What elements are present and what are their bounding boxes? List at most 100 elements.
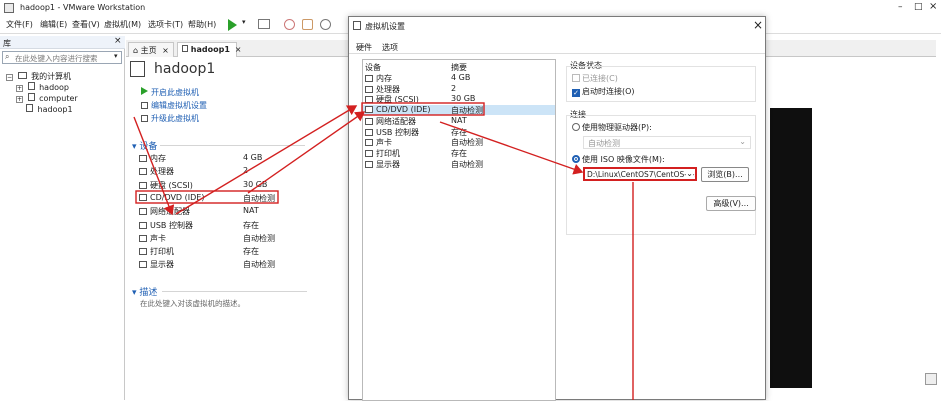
expand-icon[interactable]: + [16, 85, 23, 92]
tree-item-my-computer[interactable]: − 我的计算机 [6, 71, 71, 82]
tab-underline [349, 53, 765, 54]
chevron-down-icon: ⌄ [739, 137, 746, 146]
hardware-name: 声卡 [376, 138, 392, 148]
device-value: 自动检测 [243, 233, 275, 243]
chevron-down-icon[interactable]: ▾ [242, 18, 246, 26]
send-keys-icon[interactable] [258, 19, 270, 29]
device-icon [365, 106, 373, 114]
hardware-row[interactable]: CD/DVD (IDE) 自动检测 [363, 105, 555, 116]
checkbox-icon [572, 74, 580, 82]
app-icon [4, 3, 14, 13]
tab-options[interactable]: 选项 [382, 42, 398, 53]
revert-snapshot-icon[interactable] [302, 19, 313, 30]
chevron-down-icon: ⌄ [686, 169, 693, 178]
hardware-row[interactable]: 硬盘 (SCSI) 30 GB [363, 94, 555, 104]
device-name: 内存 [150, 154, 166, 163]
device-icon [139, 181, 147, 189]
hardware-row[interactable]: 处理器 2 [363, 84, 555, 94]
dialog-title-bar: 虚拟机设置 × [349, 17, 765, 35]
manage-snapshots-icon[interactable] [320, 19, 331, 30]
chevron-down-icon: ▾ [132, 288, 137, 298]
snapshot-icon[interactable] [284, 19, 295, 30]
hardware-value: 4 GB [451, 73, 471, 82]
advanced-button[interactable]: 高级(V)... [706, 196, 756, 211]
device-icon [139, 168, 147, 176]
hardware-value: NAT [451, 115, 467, 125]
minimize-button[interactable]: – [898, 2, 903, 12]
hardware-name: 网络适配器 [376, 116, 416, 126]
description-placeholder[interactable]: 在此处键入对该虚拟机的描述。 [140, 298, 245, 309]
close-icon[interactable]: × [235, 45, 242, 54]
column-header-summary: 摘要 [451, 63, 467, 72]
device-icon [365, 149, 373, 157]
hardware-row[interactable]: USB 控制器 存在 [363, 127, 555, 137]
menu-edit[interactable]: 编辑(E) [40, 19, 67, 30]
dialog-close-button[interactable]: × [753, 18, 763, 32]
close-button[interactable]: × [929, 1, 937, 12]
menu-help[interactable]: 帮助(H) [188, 19, 216, 30]
upgrade-link[interactable]: 升级此虚拟机 [141, 113, 199, 124]
iso-image-radio[interactable]: 使用 ISO 映像文件(M): [572, 154, 665, 165]
close-icon[interactable]: × [162, 46, 169, 55]
menu-tabs[interactable]: 选项卡(T) [148, 19, 183, 30]
play-icon[interactable] [228, 19, 237, 31]
description-section-title[interactable]: ▾ 描述 [132, 285, 157, 298]
hardware-row[interactable]: 内存 4 GB [363, 73, 555, 83]
vm-name: hadoop1 [154, 61, 216, 77]
library-search[interactable]: ⌕ 在此处键入内容进行搜索 ▾ [2, 51, 122, 64]
section-divider [160, 145, 305, 146]
iso-path-select[interactable]: D:\Linux\CentOS7\CentOS-7-x ⌄ [583, 167, 697, 181]
hardware-row[interactable]: 显示器 自动检测 [363, 159, 555, 169]
window-title: hadoop1 - VMware Workstation [20, 3, 146, 12]
console-preview[interactable] [770, 108, 812, 388]
play-icon [141, 87, 148, 95]
menu-vm[interactable]: 虚拟机(M) [104, 19, 141, 30]
tab-home[interactable]: ⌂ 主页 × [128, 42, 174, 57]
device-icon [365, 128, 373, 136]
tree-item-computer[interactable]: + computer [16, 93, 78, 103]
collapse-icon[interactable]: − [6, 74, 13, 81]
tree-item-hadoop[interactable]: + hadoop [16, 82, 69, 92]
dialog-title: 虚拟机设置 [365, 22, 405, 31]
title-bar: hadoop1 - VMware Workstation – □ × [0, 0, 941, 16]
tab-hadoop1[interactable]: hadoop1 × [177, 42, 241, 57]
tree-item-hadoop1[interactable]: hadoop1 [26, 104, 73, 114]
connect-at-power-on-checkbox[interactable]: ✓ 启动时连接(O) [572, 86, 635, 97]
maximize-button[interactable]: □ [914, 2, 923, 12]
hardware-row[interactable]: 声卡 自动检测 [363, 137, 555, 147]
hardware-value: 自动检测 [451, 106, 483, 116]
hardware-row[interactable]: 网络适配器 NAT [363, 116, 555, 126]
tree-label: computer [39, 94, 78, 103]
devices-section-title[interactable]: ▾ 设备 [132, 139, 157, 152]
device-name: CD/DVD (IDE) [150, 192, 205, 202]
chevron-down-icon[interactable]: ▾ [114, 52, 118, 60]
device-value: 存在 [243, 247, 259, 257]
hardware-value: 自动检测 [451, 138, 483, 148]
hardware-value: 存在 [451, 148, 467, 158]
physical-drive-radio[interactable]: 使用物理驱动器(P): [572, 122, 652, 133]
edit-settings-link[interactable]: 编辑虚拟机设置 [141, 100, 207, 111]
device-icon [365, 160, 373, 168]
device-value: 2 [243, 166, 249, 176]
device-row[interactable]: 处理器 [139, 166, 279, 177]
hardware-row[interactable]: 打印机 存在 [363, 148, 555, 158]
device-value: 存在 [243, 220, 259, 230]
home-icon: ⌂ [133, 46, 139, 55]
connected-checkbox[interactable]: 已连接(C) [572, 73, 618, 84]
hardware-value: 2 [451, 83, 457, 93]
tab-hardware[interactable]: 硬件 [356, 42, 372, 53]
menu-view[interactable]: 查看(V) [72, 19, 100, 30]
expand-icon[interactable]: + [16, 96, 23, 103]
menu-file[interactable]: 文件(F) [6, 19, 33, 30]
browse-button[interactable]: 浏览(B)... [701, 167, 749, 182]
search-input[interactable]: 在此处键入内容进行搜索 [15, 53, 98, 64]
library-close-button[interactable]: × [114, 36, 122, 46]
power-on-link[interactable]: 开启此虚拟机 [141, 87, 199, 98]
vm-icon [27, 93, 35, 101]
scroll-thumb-icon[interactable] [925, 373, 937, 385]
vm-icon [130, 61, 145, 77]
hardware-list: 设备 摘要 内存 4 GB 处理器 2 硬盘 (SCSI) 30 GB CD/DVD (ID… [362, 59, 556, 401]
physical-drive-select[interactable]: 自动检测 ⌄ [583, 136, 751, 149]
tree-label: 我的计算机 [31, 72, 72, 81]
device-value: 4 GB [243, 153, 263, 162]
